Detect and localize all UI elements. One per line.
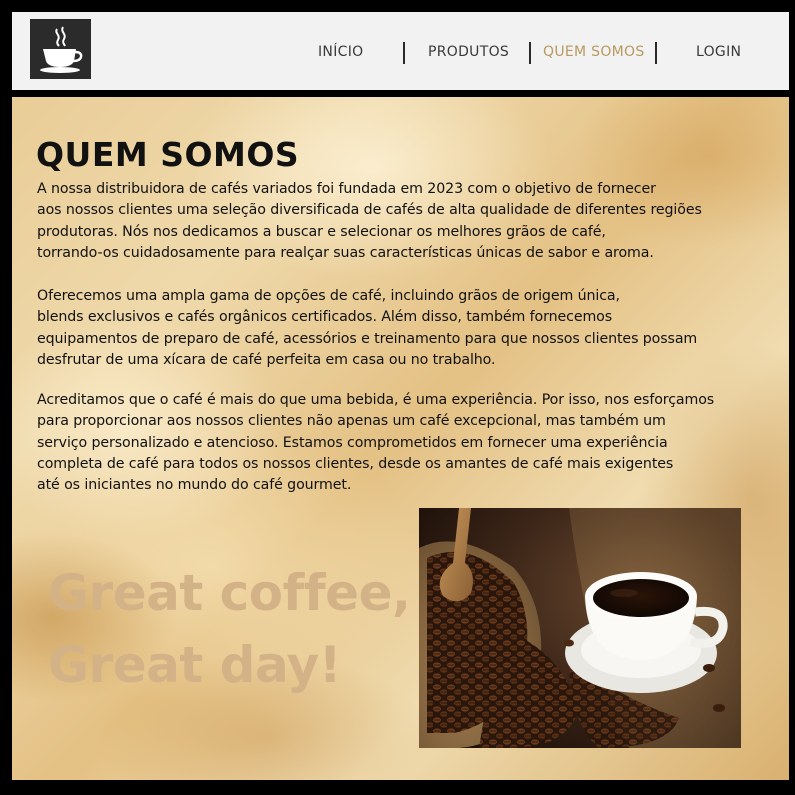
slogan: Great coffee, Great day! — [48, 557, 411, 701]
paragraph-line: desfrutar de uma xícara de café perfeita… — [37, 351, 496, 368]
nav-item-produtos[interactable]: PRODUTOS — [428, 44, 509, 60]
paragraph-line: para proporcionar aos nossos clientes nã… — [37, 413, 666, 430]
nav-item-quem-somos[interactable]: QUEM SOMOS — [543, 44, 645, 60]
paragraph-line: produtoras. Nós nos dedicamos a buscar e… — [37, 223, 606, 240]
paragraph-line: blends exclusivos e cafés orgânicos cert… — [37, 309, 613, 326]
paragraph-line: Oferecemos uma ampla gama de opções de c… — [37, 288, 620, 304]
nav-divider — [655, 42, 657, 64]
about-paragraph-2: Oferecemos uma ampla gama de opções de c… — [37, 286, 697, 371]
nav-item-login[interactable]: LOGIN — [696, 44, 741, 60]
nav-divider — [403, 42, 405, 64]
page-frame: INÍCIO PRODUTOS QUEM SOMOS LOGIN QUEM SO… — [0, 0, 795, 795]
main-nav: INÍCIO PRODUTOS QUEM SOMOS LOGIN — [12, 42, 789, 66]
about-paragraph-1: A nossa distribuidora de cafés variados … — [37, 179, 702, 264]
nav-divider — [529, 42, 531, 64]
paragraph-line: torrando-os cuidadosamente para realçar … — [37, 244, 654, 261]
paragraph-line: equipamentos de preparo de café, acessór… — [37, 330, 698, 347]
paragraph-line: serviço personalizado e atencioso. Estam… — [37, 434, 668, 451]
coffee-cup-with-beans-photo — [419, 508, 741, 748]
paragraph-line: até os iniciantes no mundo do café gourm… — [37, 477, 352, 494]
paragraph-line: aos nossos clientes uma seleção diversif… — [37, 202, 702, 219]
paragraph-line: Acreditamos que o café é mais do que uma… — [37, 392, 715, 408]
about-section: QUEM SOMOS A nossa distribuidora de café… — [12, 97, 789, 780]
paragraph-line: A nossa distribuidora de cafés variados … — [37, 181, 656, 197]
page-title: QUEM SOMOS — [36, 135, 300, 174]
nav-item-inicio[interactable]: INÍCIO — [318, 44, 363, 60]
about-paragraph-3: Acreditamos que o café é mais do que uma… — [37, 390, 714, 496]
paragraph-line: completa de café para todos os nossos cl… — [37, 455, 674, 472]
site-header: INÍCIO PRODUTOS QUEM SOMOS LOGIN — [12, 12, 789, 90]
slogan-line: Great day! — [48, 636, 342, 694]
slogan-line: Great coffee, — [48, 564, 411, 622]
